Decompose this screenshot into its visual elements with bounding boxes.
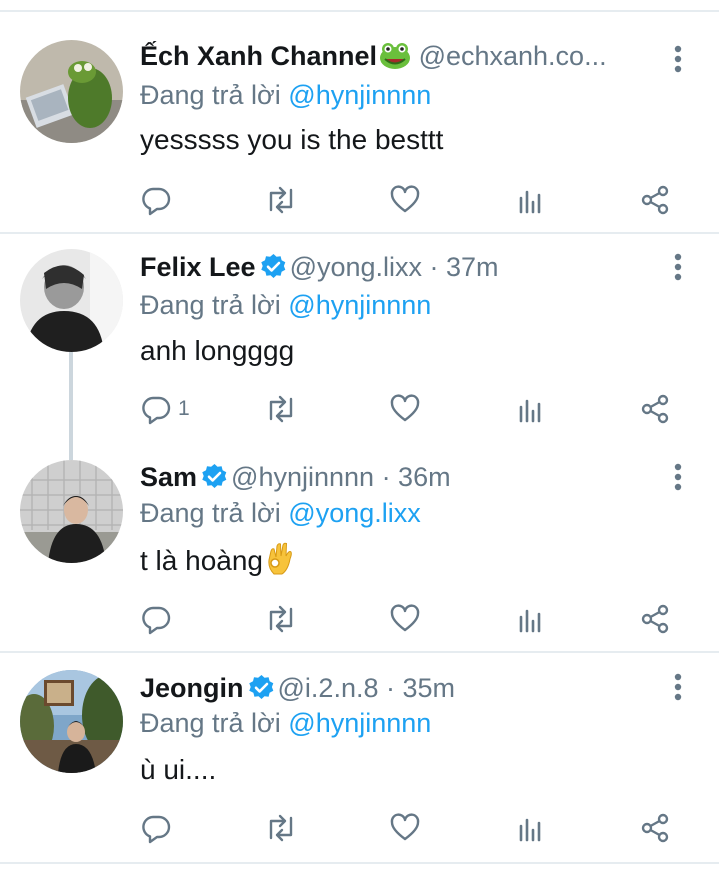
timestamp[interactable]: · 36m [374, 462, 451, 492]
more-options-button[interactable] [664, 250, 692, 284]
replying-to-label: Đang trả lời [140, 708, 281, 738]
more-options-button[interactable] [664, 670, 692, 704]
ok-hand-emoji-icon [265, 542, 295, 585]
user-handle[interactable]: @echxanh.co... [419, 41, 607, 71]
share-icon [641, 394, 669, 424]
replying-to: Đang trả lời @hynjinnnn [140, 288, 431, 322]
divider [0, 862, 719, 864]
reply-button[interactable] [140, 180, 178, 220]
timestamp[interactable]: · 35m [378, 673, 455, 703]
share-icon [641, 813, 669, 843]
mention-link[interactable]: @hynjinnnn [288, 80, 431, 110]
tweet-text: ù ui.... [140, 754, 217, 785]
share-icon [641, 604, 669, 634]
stats-icon [519, 818, 541, 842]
retweet-button[interactable] [264, 599, 298, 639]
share-button[interactable] [639, 808, 671, 848]
stats-button[interactable] [515, 389, 547, 429]
display-name[interactable]: Jeongin [140, 673, 244, 703]
stats-button[interactable] [515, 599, 547, 639]
tweet-text: t là hoàng [140, 542, 295, 585]
mention-link[interactable]: @hynjinnnn [288, 290, 431, 320]
retweet-icon [269, 186, 293, 214]
like-button[interactable] [389, 599, 421, 639]
more-options-button[interactable] [664, 460, 692, 494]
like-button[interactable] [389, 808, 421, 848]
more-options-button[interactable] [664, 42, 692, 76]
stats-button[interactable] [515, 808, 547, 848]
share-icon [641, 185, 669, 215]
more-vertical-icon [674, 253, 682, 281]
share-button[interactable] [639, 599, 671, 639]
more-vertical-icon [674, 463, 682, 491]
user-handle[interactable]: @i.2.n.8 [278, 673, 379, 703]
display-name[interactable]: Sam [140, 462, 197, 492]
replying-to: Đang trả lời @hynjinnnn [140, 706, 431, 740]
stats-icon [519, 399, 541, 423]
heart-icon [390, 813, 420, 841]
reply-button[interactable]: 1 [140, 389, 190, 429]
like-button[interactable] [389, 389, 421, 429]
stats-icon [519, 190, 541, 214]
verified-badge-icon [248, 674, 275, 709]
replying-to-label: Đang trả lời [140, 80, 281, 110]
timestamp[interactable]: · 37m [422, 252, 499, 282]
frog-emoji-icon [379, 42, 411, 78]
verified-badge-icon [260, 253, 287, 288]
replying-to-label: Đang trả lời [140, 290, 281, 320]
avatar[interactable] [20, 249, 123, 352]
display-name[interactable]: Ếch Xanh Channel [140, 41, 377, 71]
retweet-button[interactable] [264, 180, 298, 220]
replying-to: Đang trả lời @hynjinnnn [140, 78, 431, 112]
tweet-item[interactable]: Sam @hynjinnnn · 36m Đang trả lời @yong.l… [0, 442, 719, 651]
avatar[interactable] [20, 460, 123, 563]
retweet-icon [269, 395, 293, 423]
reply-icon [142, 396, 171, 425]
verified-badge-icon [201, 463, 228, 498]
like-button[interactable] [389, 180, 421, 220]
replying-to-label: Đang trả lời [140, 498, 281, 528]
mention-link[interactable]: @hynjinnnn [288, 708, 431, 738]
heart-icon [390, 185, 420, 213]
more-vertical-icon [674, 673, 682, 701]
retweet-button[interactable] [264, 389, 298, 429]
reply-icon [142, 815, 171, 844]
mention-link[interactable]: @yong.lixx [288, 498, 420, 528]
tweet-text: yesssss you is the besttt [140, 124, 444, 155]
stats-button[interactable] [515, 180, 547, 220]
reply-icon [142, 606, 171, 635]
reply-button[interactable] [140, 808, 178, 848]
tweet-text: anh longggg [140, 335, 295, 366]
user-handle[interactable]: @hynjinnnn [231, 462, 374, 492]
user-handle[interactable]: @yong.lixx [290, 252, 422, 282]
retweet-icon [269, 605, 293, 633]
share-button[interactable] [639, 180, 671, 220]
avatar[interactable] [20, 670, 123, 773]
tweet-item[interactable]: Ếch Xanh Channel @echxanh.co... Đang trả… [0, 12, 719, 232]
display-name[interactable]: Felix Lee [140, 252, 256, 282]
reply-icon [142, 187, 171, 216]
heart-icon [390, 604, 420, 632]
replying-to: Đang trả lời @yong.lixx [140, 496, 421, 530]
heart-icon [390, 394, 420, 422]
share-button[interactable] [639, 389, 671, 429]
tweet-item[interactable]: Felix Lee @yong.lixx · 37m Đang trả lời @… [0, 234, 719, 442]
reply-count: 1 [178, 397, 190, 420]
avatar[interactable] [20, 40, 123, 143]
stats-icon [519, 609, 541, 633]
retweet-button[interactable] [264, 808, 298, 848]
more-vertical-icon [674, 45, 682, 73]
tweet-item[interactable]: Jeongin @i.2.n.8 · 35m Đang trả lời @hynj… [0, 653, 719, 862]
retweet-icon [269, 814, 293, 842]
tweet-text-content: t là hoàng [140, 545, 263, 576]
reply-button[interactable] [140, 599, 178, 639]
